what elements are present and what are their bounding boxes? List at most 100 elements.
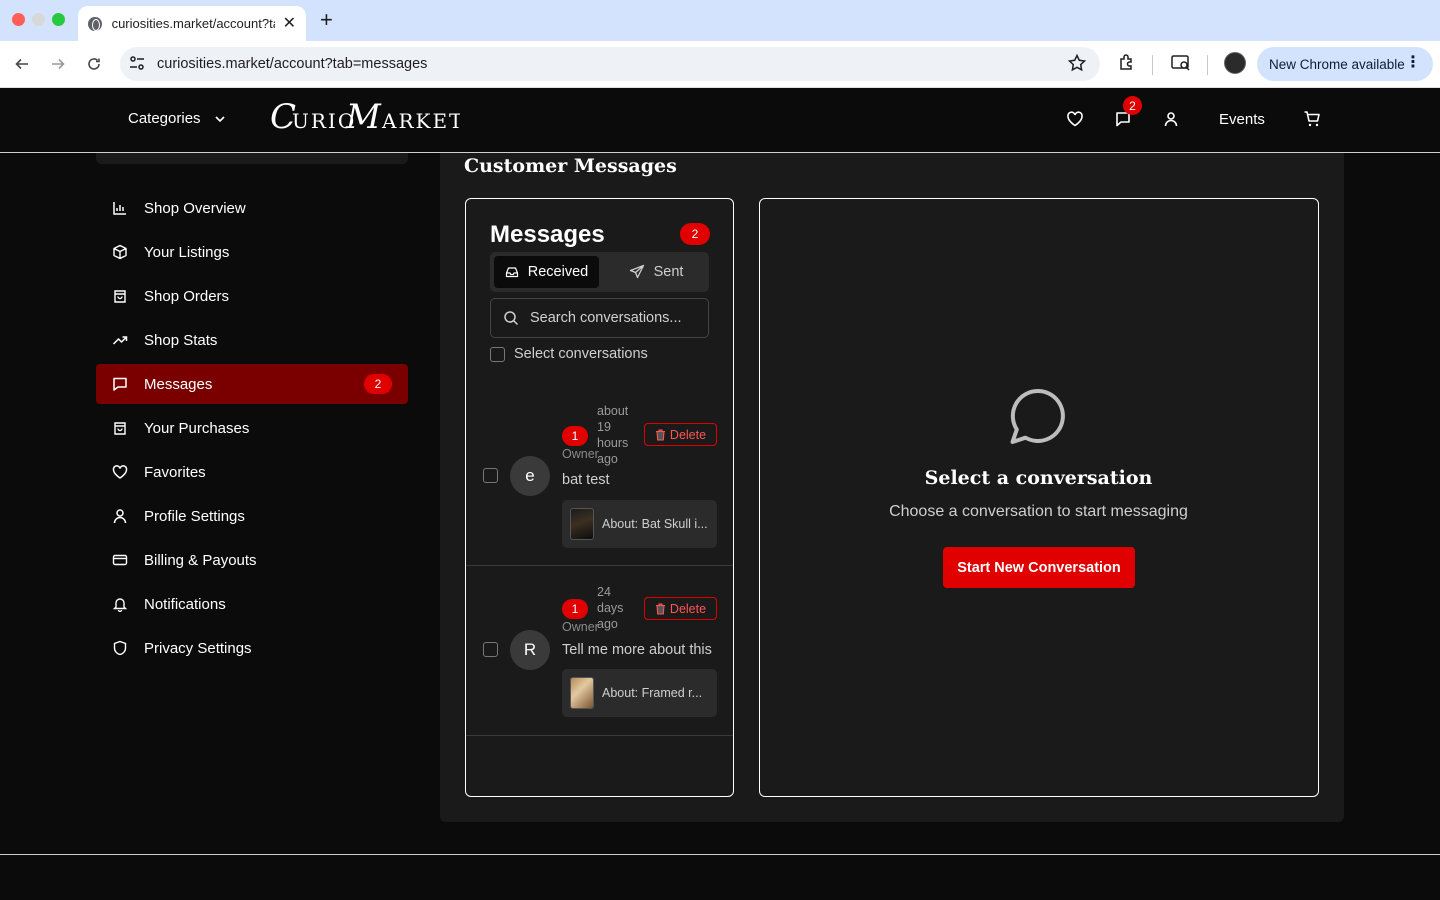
sidebar-item-profile-settings[interactable]: Profile Settings: [96, 496, 408, 536]
bookmark-star-icon[interactable]: [1067, 53, 1087, 78]
trash-icon: [655, 602, 665, 615]
events-link[interactable]: Events: [1219, 111, 1265, 128]
sidebar-item-label: Your Listings: [144, 243, 230, 261]
messages-count-badge: 2: [364, 374, 392, 394]
message-preview: bat test: [562, 472, 610, 488]
tab-sent-label: Sent: [653, 264, 684, 280]
listing-thumbnail: [570, 508, 594, 540]
conversation-checkbox[interactable]: [483, 642, 498, 657]
sidebar-item-label: Shop Orders: [144, 287, 230, 305]
curio-market-logo: C URIO M ARKET: [270, 97, 462, 137]
sidebar-item-shop-orders[interactable]: Shop Orders: [96, 276, 408, 316]
categories-label: Categories: [128, 110, 201, 127]
bell-icon: [112, 596, 128, 612]
window-minimize-button[interactable]: [32, 13, 45, 26]
search-input[interactable]: [530, 310, 700, 326]
browser-toolbar: curiosities.market/account?tab=messages …: [0, 41, 1440, 88]
select-conversations-toggle[interactable]: Select conversations: [490, 346, 648, 362]
extensions-icon[interactable]: [1117, 53, 1137, 78]
footer-divider: [0, 854, 1440, 855]
send-icon: [629, 264, 644, 279]
delete-label: Delete: [669, 601, 707, 616]
message-timestamp: 24 days ago: [597, 585, 624, 631]
window-close-button[interactable]: [12, 13, 25, 26]
message-tabs: Received Sent: [490, 252, 709, 292]
listing-reference[interactable]: About: Framed r...: [562, 669, 717, 717]
select-all-checkbox[interactable]: [490, 346, 505, 362]
empty-state-title: Select a conversation: [924, 467, 1153, 489]
sidebar-item-billing-payouts[interactable]: Billing & Payouts: [96, 540, 408, 580]
close-tab-icon[interactable]: ✕: [283, 15, 296, 32]
site-header: Categories C URIO M ARKET 2 Events: [0, 88, 1440, 153]
sidebar-top-edge: [96, 153, 408, 164]
profile-avatar-icon[interactable]: [1224, 52, 1246, 74]
forward-button[interactable]: [45, 51, 71, 77]
tab-sent[interactable]: Sent: [606, 256, 706, 288]
new-tab-button[interactable]: +: [320, 8, 333, 32]
page-title: Customer Messages: [464, 155, 677, 177]
browser-tab[interactable]: curiosities.market/account?ta ✕: [78, 6, 306, 41]
site-settings-icon[interactable]: [128, 54, 146, 77]
empty-state-subtitle: Choose a conversation to start messaging: [889, 503, 1188, 520]
favorites-heart-icon[interactable]: [1066, 110, 1084, 133]
sender-role: Owner: [562, 620, 599, 634]
tab-received-label: Received: [527, 264, 589, 280]
sidebar-item-shop-stats[interactable]: Shop Stats: [96, 320, 408, 360]
window-maximize-button[interactable]: [52, 13, 65, 26]
shield-icon: [112, 640, 128, 656]
listing-reference[interactable]: About: Bat Skull i...: [562, 500, 717, 548]
search-icon: [504, 311, 519, 326]
conversation-item[interactable]: e 1 Owner about 19 hours ago Delete bat …: [466, 396, 733, 566]
sidebar-item-shop-overview[interactable]: Shop Overview: [96, 188, 408, 228]
conversation-item[interactable]: R 1 Owner 24 days ago Delete Tell me mor…: [466, 566, 733, 736]
sidebar-item-your-purchases[interactable]: Your Purchases: [96, 408, 408, 448]
reload-button[interactable]: [81, 51, 107, 77]
sidebar-item-label: Your Purchases: [144, 419, 250, 437]
conversation-view-panel: Select a conversation Choose a conversat…: [759, 198, 1319, 797]
sidebar-item-label: Profile Settings: [144, 507, 245, 525]
svg-text:M: M: [345, 98, 382, 137]
sidebar-item-label: Privacy Settings: [144, 639, 252, 657]
messages-count-badge: 2: [680, 223, 710, 245]
more-menu-icon[interactable]: ⋮: [1405, 55, 1421, 71]
delete-button[interactable]: Delete: [644, 423, 717, 446]
delete-button[interactable]: Delete: [644, 597, 717, 620]
user-account-icon[interactable]: [1162, 110, 1180, 133]
message-square-icon: [112, 376, 128, 392]
tab-received[interactable]: Received: [494, 256, 599, 288]
svg-text:ARKET: ARKET: [381, 109, 460, 133]
inbox-icon: [505, 267, 518, 278]
message-preview: Tell me more about this: [562, 642, 712, 658]
sender-role: Owner: [562, 447, 599, 461]
sidebar-item-label: Shop Overview: [144, 199, 246, 217]
listing-reference-text: About: Framed r...: [602, 686, 703, 700]
trending-up-icon: [112, 332, 128, 348]
address-url: curiosities.market/account?tab=messages: [157, 56, 428, 72]
message-timestamp: about 19 hours ago: [597, 404, 629, 466]
unread-badge: 1: [562, 426, 588, 446]
conversation-list-panel: Messages 2 Received Sent Select conversa…: [465, 198, 734, 797]
chrome-update-button[interactable]: New Chrome available ⋮: [1257, 47, 1433, 81]
sidebar-item-favorites[interactable]: Favorites: [96, 452, 408, 492]
sidebar-item-notifications[interactable]: Notifications: [96, 584, 408, 624]
sidebar-item-messages[interactable]: Messages 2: [96, 364, 408, 404]
sidebar-item-label: Favorites: [144, 463, 206, 481]
cart-icon[interactable]: [1303, 110, 1321, 133]
conversation-checkbox[interactable]: [483, 468, 498, 483]
categories-menu[interactable]: Categories: [128, 110, 227, 127]
back-button[interactable]: [9, 51, 35, 77]
shopping-bag-icon: [112, 420, 128, 436]
globe-icon: [88, 16, 102, 31]
start-new-conversation-button[interactable]: Start New Conversation: [943, 547, 1135, 588]
arrow-right-icon: [52, 58, 65, 70]
site-logo[interactable]: C URIO M ARKET: [270, 97, 462, 144]
address-bar[interactable]: curiosities.market/account?tab=messages: [120, 47, 1100, 81]
tab-search-icon[interactable]: [1170, 53, 1192, 78]
tab-title: curiosities.market/account?ta: [111, 16, 275, 31]
listing-thumbnail: [570, 677, 594, 709]
update-label: New Chrome available: [1269, 56, 1405, 72]
arrow-left-icon: [15, 58, 28, 70]
sidebar-item-label: Billing & Payouts: [144, 551, 257, 569]
sidebar-item-privacy-settings[interactable]: Privacy Settings: [96, 628, 408, 668]
sidebar-item-your-listings[interactable]: Your Listings: [96, 232, 408, 272]
